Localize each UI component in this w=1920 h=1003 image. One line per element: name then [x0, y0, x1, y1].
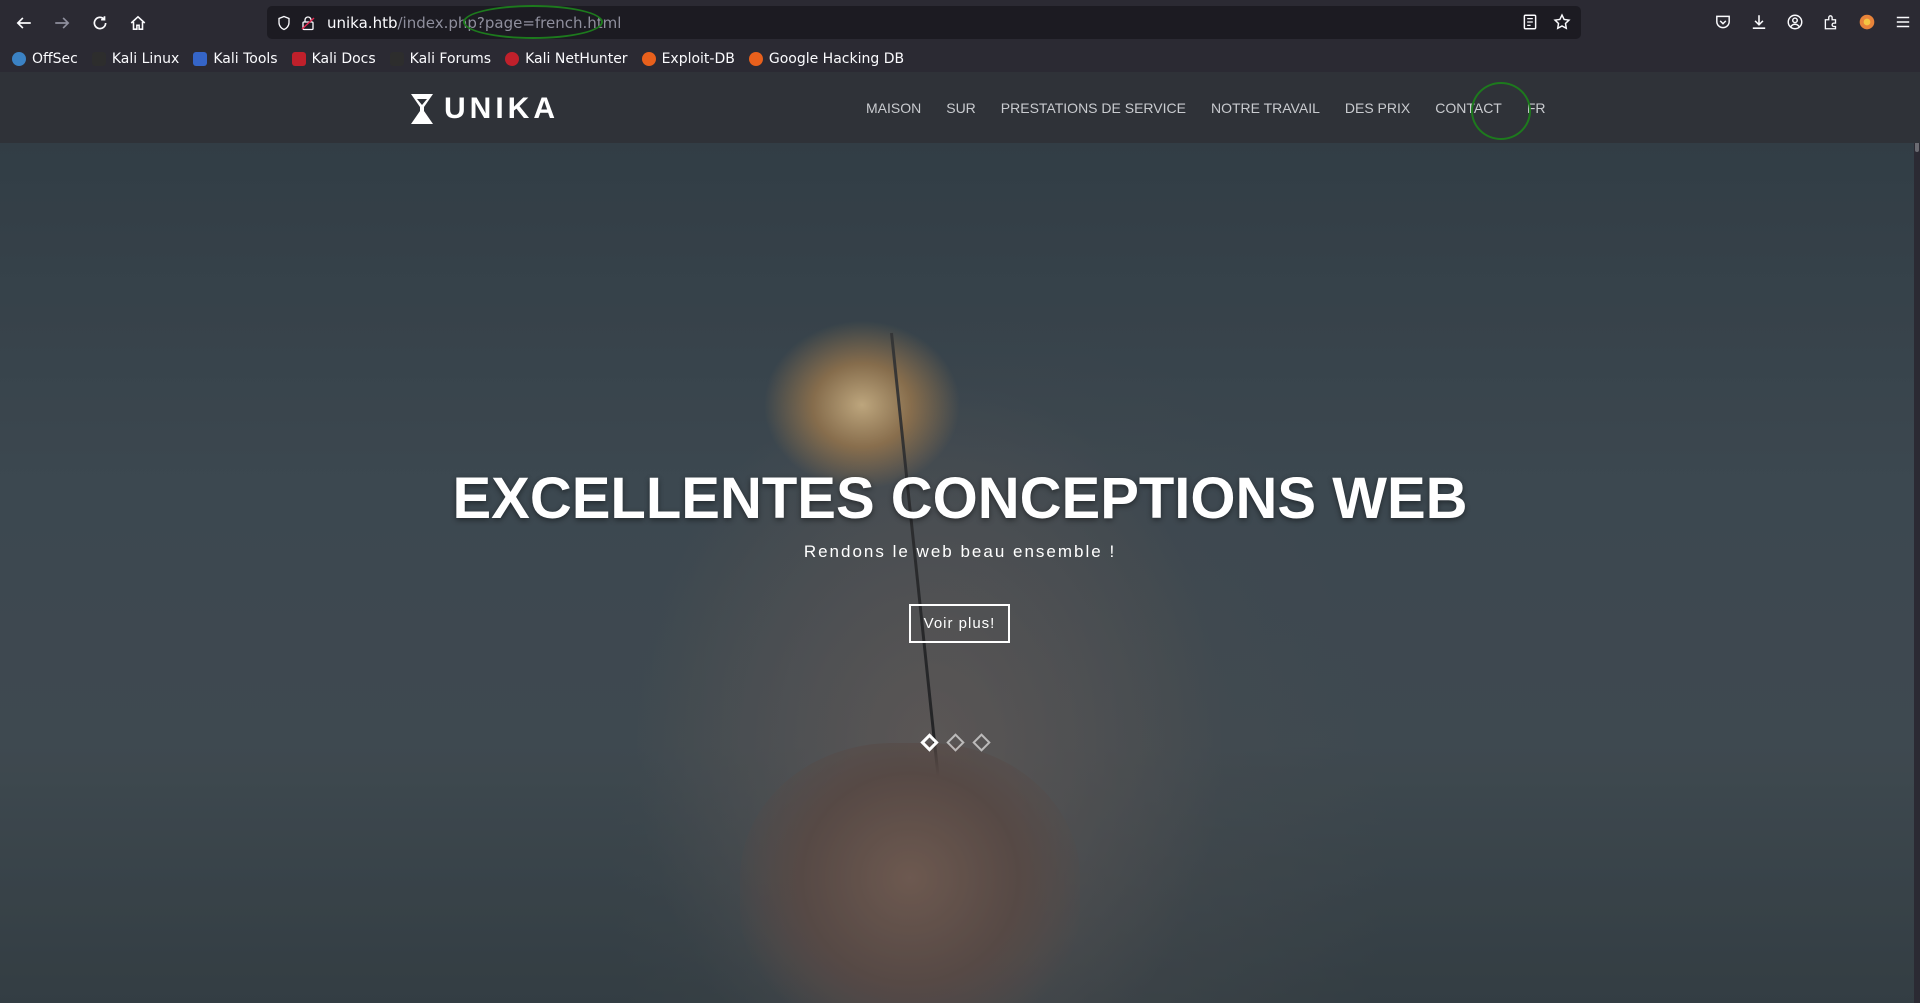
- offsec-icon: [12, 51, 26, 66]
- back-arrow-icon: [16, 16, 31, 29]
- kali-docs-icon: [291, 51, 306, 66]
- kali-dragon-icon: [91, 51, 106, 66]
- bookmark-star-icon[interactable]: [1553, 13, 1571, 31]
- main-menu: MAISON SUR PRESTATIONS DE SERVICE NOTRE …: [866, 72, 1571, 143]
- bookmark-label: Kali Linux: [111, 50, 180, 67]
- bookmark-label: Kali Forums: [409, 50, 492, 67]
- forward-arrow-icon: [55, 16, 70, 29]
- voir-plus-button[interactable]: Voir plus!: [909, 604, 1010, 643]
- reload-button[interactable]: [82, 5, 118, 41]
- bookmark-offsec[interactable]: OffSec: [12, 51, 78, 67]
- hero-title: EXCELLENTES CONCEPTIONS WEB: [452, 466, 1468, 531]
- menu-item-notre-travail[interactable]: NOTRE TRAVAIL: [1211, 100, 1320, 116]
- menu-item-sur[interactable]: SUR: [946, 100, 976, 116]
- carousel-dot-1[interactable]: [920, 733, 939, 752]
- toolbar-right: [1714, 8, 1912, 36]
- site-logo[interactable]: UNIKA: [410, 92, 559, 126]
- url-bar[interactable]: unika.htb/index.php?page=french.html: [267, 6, 1581, 39]
- nethunter-icon: [505, 51, 520, 66]
- forward-button[interactable]: [44, 5, 80, 41]
- browser-toolbar: unika.htb/index.php?page=french.html: [0, 0, 1920, 45]
- site-navbar: UNIKA MAISON SUR PRESTATIONS DE SERVICE …: [0, 72, 1920, 143]
- bookmark-kali-forums[interactable]: Kali Forums: [389, 50, 492, 67]
- menu-item-maison[interactable]: MAISON: [866, 100, 921, 116]
- downloads-icon[interactable]: [1750, 8, 1768, 36]
- menu-item-prestations[interactable]: PRESTATIONS DE SERVICE: [1001, 100, 1186, 116]
- bookmark-label: Google Hacking DB: [768, 50, 905, 67]
- menu-hamburger-icon[interactable]: [1894, 8, 1912, 36]
- insecure-lock-icon[interactable]: [299, 14, 317, 32]
- reload-icon: [93, 15, 107, 29]
- bookmark-label: Kali Docs: [311, 50, 376, 67]
- page-scrollbar[interactable]: [1914, 72, 1920, 1003]
- menu-item-contact[interactable]: CONTACT: [1435, 100, 1502, 116]
- bookmarks-bar: OffSec Kali Linux Kali Tools Kali Docs K…: [0, 45, 1920, 72]
- bookmark-kali-docs[interactable]: Kali Docs: [291, 50, 376, 67]
- bookmark-kali-tools[interactable]: Kali Tools: [193, 50, 278, 67]
- url-path: /index.php?page=french.html: [397, 13, 622, 32]
- bookmark-kali-nethunter[interactable]: Kali NetHunter: [505, 50, 628, 67]
- bookmark-google-hacking-db[interactable]: Google Hacking DB: [748, 50, 905, 67]
- kali-tools-icon: [193, 51, 208, 66]
- url-text[interactable]: unika.htb/index.php?page=french.html: [327, 14, 621, 32]
- hourglass-logo-icon: [411, 94, 433, 124]
- bookmark-label: OffSec: [32, 50, 78, 67]
- home-icon: [130, 15, 146, 30]
- language-selector-fr[interactable]: FR: [1527, 100, 1546, 116]
- url-bar-actions: [1521, 13, 1571, 31]
- reader-view-icon[interactable]: [1521, 13, 1539, 31]
- web-page: UNIKA MAISON SUR PRESTATIONS DE SERVICE …: [0, 72, 1920, 1003]
- url-host: unika.htb: [327, 13, 398, 32]
- carousel-dot-3[interactable]: [972, 733, 991, 752]
- exploit-db-icon: [641, 51, 656, 66]
- hero-overlay: [0, 143, 1920, 1003]
- kali-dragon-icon: [389, 51, 404, 66]
- logo-text: UNIKA: [444, 92, 559, 125]
- home-button[interactable]: [120, 5, 156, 41]
- hero-banner: [0, 143, 1920, 1003]
- pocket-icon[interactable]: [1714, 8, 1732, 36]
- back-button[interactable]: [6, 5, 42, 41]
- hero-subtitle: Rendons le web beau ensemble !: [803, 542, 1117, 561]
- shield-icon[interactable]: [275, 14, 293, 32]
- extensions-icon[interactable]: [1822, 8, 1840, 36]
- menu-item-des-prix[interactable]: DES PRIX: [1345, 100, 1410, 116]
- exploit-db-icon: [748, 51, 763, 66]
- foxyproxy-icon[interactable]: [1858, 8, 1876, 36]
- bookmark-exploit-db[interactable]: Exploit-DB: [641, 50, 735, 67]
- account-icon[interactable]: [1786, 8, 1804, 36]
- bookmark-label: Kali Tools: [213, 50, 278, 67]
- bookmark-kali-linux[interactable]: Kali Linux: [91, 50, 180, 67]
- bookmark-label: Kali NetHunter: [525, 50, 628, 67]
- carousel-indicators: [920, 733, 991, 752]
- bookmark-label: Exploit-DB: [661, 50, 735, 67]
- carousel-dot-2[interactable]: [946, 733, 965, 752]
